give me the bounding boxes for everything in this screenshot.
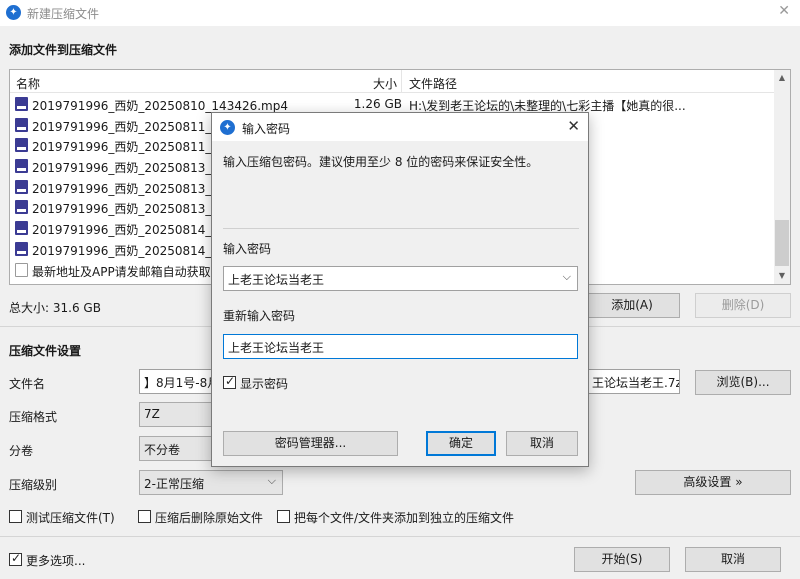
compress-settings-heading: 压缩文件设置 (9, 344, 82, 358)
video-file-icon (15, 179, 28, 194)
window-close-icon[interactable]: ✕ (778, 3, 790, 19)
delete-after-label[interactable]: 压缩后删除原始文件 (155, 509, 263, 526)
chevron-down-icon: ⌵ (267, 474, 276, 487)
file-name: 2019791996_西奶_20250811_145 (32, 140, 235, 155)
confirm-password-input[interactable]: 上老王论坛当老王 (223, 334, 578, 359)
confirm-password-label: 重新输入密码 (223, 309, 296, 323)
format-value: 7Z (144, 407, 160, 421)
test-archive-label[interactable]: 测试压缩文件(T) (26, 509, 115, 526)
chevron-down-icon[interactable]: ⌵ (563, 270, 571, 284)
window-title: 新建压缩文件 (27, 7, 100, 21)
level-label: 压缩级别 (9, 478, 58, 492)
footer-divider (0, 536, 800, 537)
format-label: 压缩格式 (9, 410, 58, 424)
filename-input-tail[interactable]: 王论坛当老王.7z (588, 369, 680, 394)
add-button[interactable]: 添加(A) (584, 293, 680, 318)
title-bar: ✦ 新建压缩文件 ✕ (0, 0, 800, 26)
file-name: 2019791996_西奶_20250813_000 (32, 161, 235, 176)
dialog-title-bar: ✦ 输入密码 ✕ (212, 113, 588, 141)
file-name: 2019791996_西奶_20250813_024 (32, 202, 235, 217)
more-options-label[interactable]: 更多选项... (26, 552, 85, 569)
dialog-description: 输入压缩包密码。建议使用至少 8 位的密码来保证安全性。 (223, 155, 539, 169)
column-name-header[interactable]: 名称 (16, 75, 40, 92)
file-name: 2019791996_西奶_20250814_023 (32, 243, 235, 258)
column-divider[interactable] (401, 70, 402, 92)
filename-input[interactable]: 】8月1号-8月 (139, 369, 214, 394)
column-path-header[interactable]: 文件路径 (409, 75, 457, 92)
file-list-header: 名称 大小 文件路径 (10, 70, 790, 93)
start-button[interactable]: 开始(S) (574, 547, 670, 572)
cancel-button[interactable]: 取消 (685, 547, 781, 572)
each-separate-checkbox[interactable] (277, 510, 290, 523)
video-file-icon (15, 159, 28, 174)
format-select[interactable]: 7Z (139, 402, 214, 427)
password-input[interactable]: 上老王论坛当老王 ⌵ (223, 266, 578, 291)
split-select[interactable]: 不分卷 (139, 436, 214, 461)
scroll-down-icon[interactable]: ▼ (774, 268, 790, 284)
video-file-icon (15, 97, 28, 111)
split-label: 分卷 (9, 444, 34, 458)
dialog-logo-icon: ✦ (220, 120, 235, 135)
dialog-title: 输入密码 (242, 122, 291, 136)
browse-button[interactable]: 浏览(B)... (695, 370, 791, 395)
password-value: 上老王论坛当老王 (228, 273, 325, 287)
dialog-divider (223, 228, 579, 229)
show-password-label[interactable]: 显示密码 (240, 375, 288, 392)
more-options-checkbox[interactable] (9, 551, 22, 566)
file-size: 1.26 GB (353, 97, 402, 111)
file-name: 2019791996_西奶_20250813_004 (32, 181, 235, 196)
scroll-up-icon[interactable]: ▲ (774, 70, 790, 86)
video-file-icon (15, 200, 28, 215)
column-size-header[interactable]: 大小 (373, 75, 397, 92)
password-manager-button[interactable]: 密码管理器... (223, 431, 398, 456)
add-files-heading: 添加文件到压缩文件 (9, 43, 118, 57)
filename-label: 文件名 (9, 377, 46, 391)
delete-button[interactable]: 删除(D) (695, 293, 791, 318)
delete-after-checkbox[interactable] (138, 510, 151, 523)
video-file-icon (15, 138, 28, 153)
each-separate-label[interactable]: 把每个文件/文件夹添加到独立的压缩文件 (294, 509, 514, 526)
ok-button[interactable]: 确定 (426, 431, 496, 456)
video-file-icon (15, 117, 28, 132)
file-name: 2019791996_西奶_20250811_125 (32, 119, 235, 134)
video-file-icon (15, 241, 28, 256)
dialog-close-icon[interactable]: ✕ (567, 117, 580, 135)
scroll-thumb[interactable] (775, 220, 789, 266)
app-logo-icon: ✦ (6, 5, 21, 20)
file-name: 2019791996_西奶_20250814_003 (32, 223, 235, 238)
level-value: 2-正常压缩 (144, 477, 204, 491)
dialog-cancel-button[interactable]: 取消 (506, 431, 578, 456)
advanced-settings-button[interactable]: 高级设置 » (635, 470, 791, 495)
show-password-checkbox[interactable] (223, 374, 236, 389)
text-file-icon (15, 262, 28, 277)
video-file-icon (15, 221, 28, 236)
password-label: 输入密码 (223, 242, 272, 256)
test-archive-checkbox[interactable] (9, 510, 22, 523)
file-name: 最新地址及APP请发邮箱自动获取l (32, 264, 215, 279)
password-dialog: ✦ 输入密码 ✕ 输入压缩包密码。建议使用至少 8 位的密码来保证安全性。 输入… (211, 112, 589, 467)
level-select[interactable]: 2-正常压缩 ⌵ (139, 470, 283, 495)
total-size-label: 总大小: 31.6 GB (9, 301, 101, 315)
file-list-scrollbar[interactable]: ▲ ▼ (774, 70, 790, 284)
split-value: 不分卷 (144, 443, 181, 457)
